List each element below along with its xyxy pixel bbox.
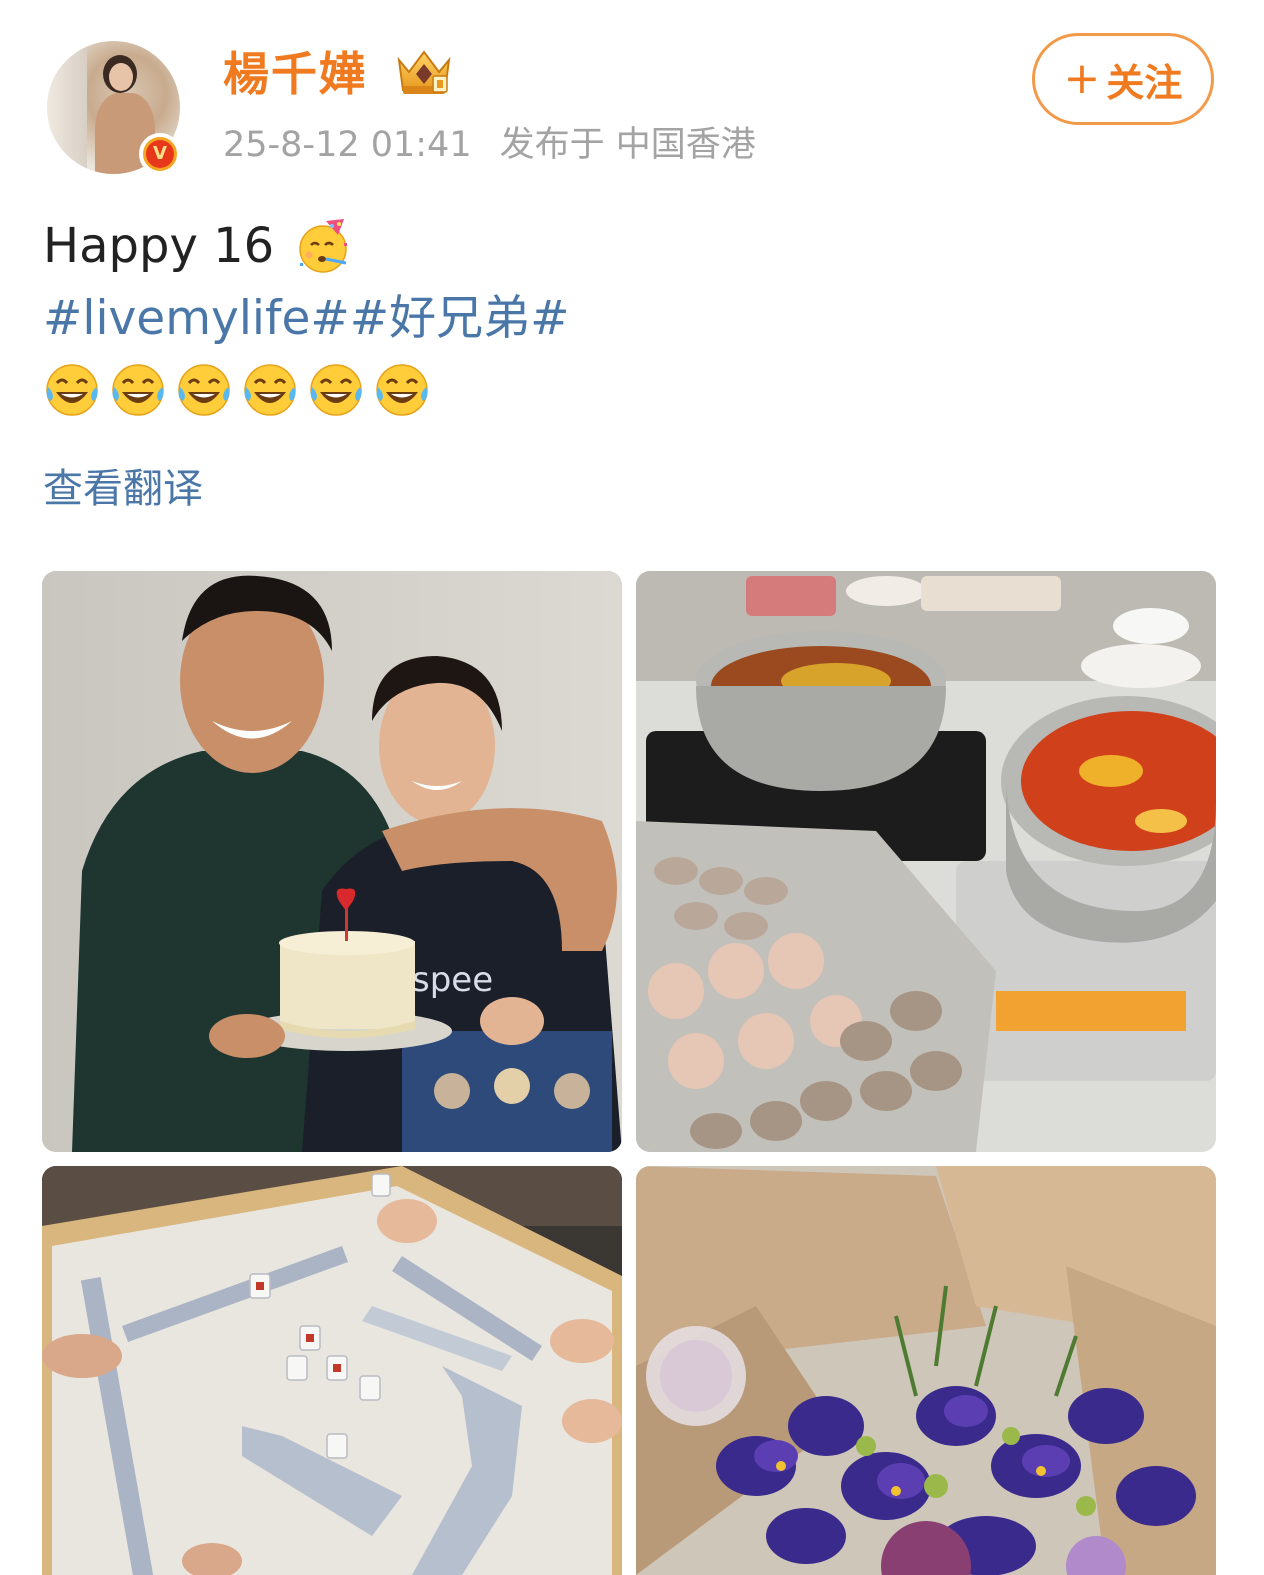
photo-hotpot-dinner[interactable] [636,571,1216,1152]
laughing-tears-icon [376,364,428,416]
avatar[interactable]: V [47,41,181,175]
verified-icon: V [139,133,181,175]
laughing-tears-icon [178,364,230,416]
plus-icon: + [1063,53,1101,104]
svg-text:spee: spee [412,960,493,1000]
username[interactable]: 楊千嬅 [223,44,367,104]
post-text: Happy 16 [43,216,354,276]
hashtag-link[interactable]: #livemylife##好兄弟# [43,289,570,349]
follow-label: 关注 [1106,60,1183,105]
laughing-tears-icon [46,364,98,416]
follow-button[interactable]: + 关注 [1032,33,1214,125]
emoji-row [43,361,431,419]
view-translation-link[interactable]: 查看翻译 [43,462,203,516]
party-face-icon [299,219,348,273]
laughing-tears-icon [244,364,296,416]
vip-crown-icon [397,50,451,94]
laughing-tears-icon [310,364,362,416]
photo-mahjong-table[interactable] [42,1166,622,1575]
post-meta: 25-8-12 01:41 发布于 中国香港 [223,122,756,168]
post-location: 发布于 中国香港 [499,125,756,165]
laughing-tears-icon [112,364,164,416]
post-text-content: Happy 16 [43,218,275,274]
photo-couple-with-cake[interactable]: spee [42,571,622,1152]
post-timestamp: 25-8-12 01:41 [223,125,472,165]
photo-flower-bouquet[interactable] [636,1166,1216,1575]
